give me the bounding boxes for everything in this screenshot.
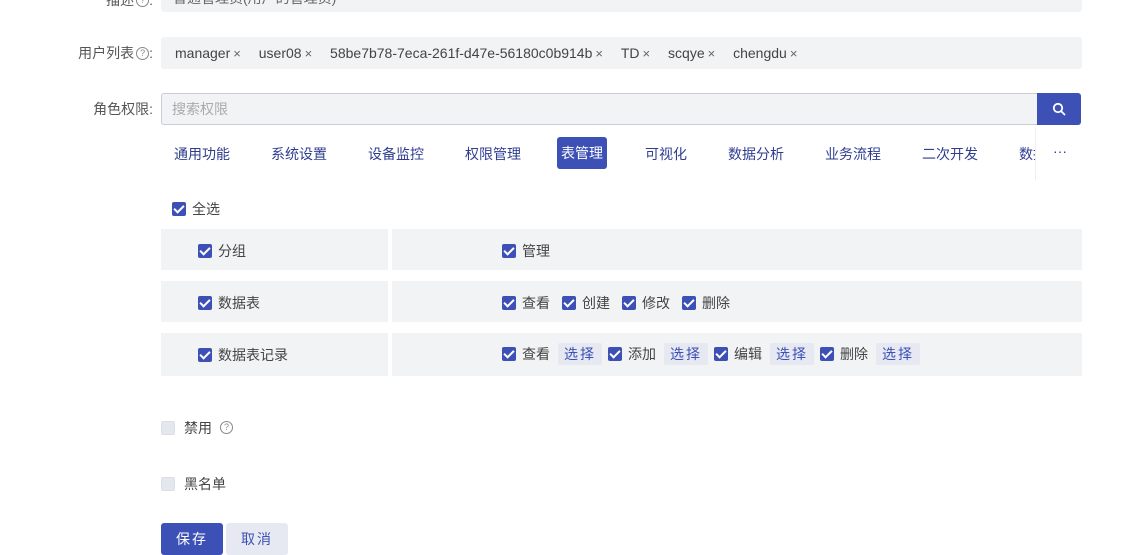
select-button[interactable]: 选择 bbox=[664, 343, 708, 365]
user-tag: chengdu × bbox=[727, 40, 804, 66]
perm-checkbox[interactable] bbox=[502, 244, 516, 258]
perm-checkbox[interactable] bbox=[502, 347, 516, 361]
tab-data[interactable]: 数据 bbox=[1019, 146, 1036, 162]
row-checkbox[interactable] bbox=[198, 244, 212, 258]
tab-secondary-development[interactable]: 二次开发 bbox=[922, 144, 978, 164]
permission-search-input[interactable] bbox=[161, 93, 1038, 125]
row-checkbox[interactable] bbox=[198, 296, 212, 310]
row-datatable-records[interactable]: 数据表记录 bbox=[198, 345, 288, 365]
perm-checkbox[interactable] bbox=[608, 347, 622, 361]
select-button[interactable]: 选择 bbox=[770, 343, 814, 365]
user-tag: 58be7b78-7eca-261f-d47e-56180c0b914b × bbox=[324, 40, 609, 66]
tab-business-process[interactable]: 业务流程 bbox=[825, 144, 881, 164]
row-datatable[interactable]: 数据表 bbox=[198, 293, 260, 313]
user-list-field[interactable]: manager × user08 × 58be7b78-7eca-261f-d47e… bbox=[161, 37, 1082, 69]
tab-table-management[interactable]: 表管理 bbox=[557, 137, 607, 169]
permission-row-name-cell bbox=[161, 281, 388, 322]
select-all-label: 全选 bbox=[192, 201, 220, 217]
role-permissions-label: 角色权限: bbox=[93, 101, 153, 117]
user-tag: manager × bbox=[169, 40, 247, 66]
search-button[interactable] bbox=[1037, 93, 1081, 125]
perm-view[interactable]: 查看 bbox=[502, 293, 550, 313]
help-icon[interactable]: ? bbox=[136, 0, 150, 7]
select-all[interactable]: 全选 bbox=[172, 199, 220, 219]
perm-manage[interactable]: 管理 bbox=[502, 241, 550, 261]
row-group-perms: 管理 bbox=[502, 241, 562, 261]
save-button[interactable]: 保存 bbox=[161, 523, 223, 555]
user-tag: TD × bbox=[614, 40, 657, 66]
tabs-divider bbox=[1035, 128, 1036, 180]
search-icon bbox=[1052, 102, 1066, 116]
row-group[interactable]: 分组 bbox=[198, 241, 246, 261]
user-list-label: 用户列表?: bbox=[78, 45, 153, 61]
tab-permission-management[interactable]: 权限管理 bbox=[465, 144, 521, 164]
tab-general[interactable]: 通用功能 bbox=[174, 144, 230, 164]
permission-row-perms-cell bbox=[392, 229, 1082, 270]
close-icon[interactable]: × bbox=[305, 46, 313, 61]
row-checkbox[interactable] bbox=[198, 348, 212, 362]
perm-checkbox[interactable] bbox=[622, 296, 636, 310]
row-datatable-records-perms: 查看 选择 添加 选择 编辑 选择 删除 选择 bbox=[502, 343, 926, 365]
help-icon[interactable]: ? bbox=[220, 420, 233, 434]
blacklist-option[interactable]: 黑名单 bbox=[161, 474, 226, 494]
select-button[interactable]: 选择 bbox=[876, 343, 920, 365]
close-icon[interactable]: × bbox=[595, 46, 603, 61]
perm-checkbox[interactable] bbox=[562, 296, 576, 310]
close-icon[interactable]: × bbox=[643, 46, 651, 61]
disable-checkbox[interactable] bbox=[161, 421, 175, 435]
close-icon[interactable]: × bbox=[233, 46, 241, 61]
perm-checkbox[interactable] bbox=[714, 347, 728, 361]
perm-checkbox[interactable] bbox=[682, 296, 696, 310]
help-icon[interactable]: ? bbox=[136, 46, 150, 60]
tab-data-analysis[interactable]: 数据分析 bbox=[728, 144, 784, 164]
row-datatable-perms: 查看 创建 修改 删除 bbox=[502, 293, 742, 313]
close-icon[interactable]: × bbox=[708, 46, 716, 61]
description-label: 描述?: bbox=[60, 0, 153, 10]
perm-checkbox[interactable] bbox=[502, 296, 516, 310]
tab-system-settings[interactable]: 系统设置 bbox=[271, 144, 327, 164]
more-tabs-icon[interactable]: ··· bbox=[1053, 143, 1067, 159]
tab-data-overflow-clip: 数据 bbox=[1019, 144, 1036, 164]
description-field[interactable]: 普通管理员(用户的管理员) bbox=[161, 0, 1082, 12]
cancel-button[interactable]: 取消 bbox=[226, 523, 288, 555]
perm-modify[interactable]: 修改 bbox=[622, 293, 670, 313]
close-icon[interactable]: × bbox=[790, 46, 798, 61]
perm-delete[interactable]: 删除 bbox=[682, 293, 730, 313]
permission-row-name-cell bbox=[161, 229, 388, 270]
tab-device-monitoring[interactable]: 设备监控 bbox=[368, 144, 424, 164]
user-tag: user08 × bbox=[252, 40, 319, 66]
disable-option[interactable]: 禁用? bbox=[161, 418, 233, 438]
perm-checkbox[interactable] bbox=[820, 347, 834, 361]
select-all-checkbox[interactable] bbox=[172, 202, 186, 216]
select-button[interactable]: 选择 bbox=[558, 343, 602, 365]
perm-create[interactable]: 创建 bbox=[562, 293, 610, 313]
tab-visualization[interactable]: 可视化 bbox=[645, 144, 687, 164]
user-tag: scqye × bbox=[662, 40, 722, 66]
blacklist-checkbox[interactable] bbox=[161, 477, 175, 491]
